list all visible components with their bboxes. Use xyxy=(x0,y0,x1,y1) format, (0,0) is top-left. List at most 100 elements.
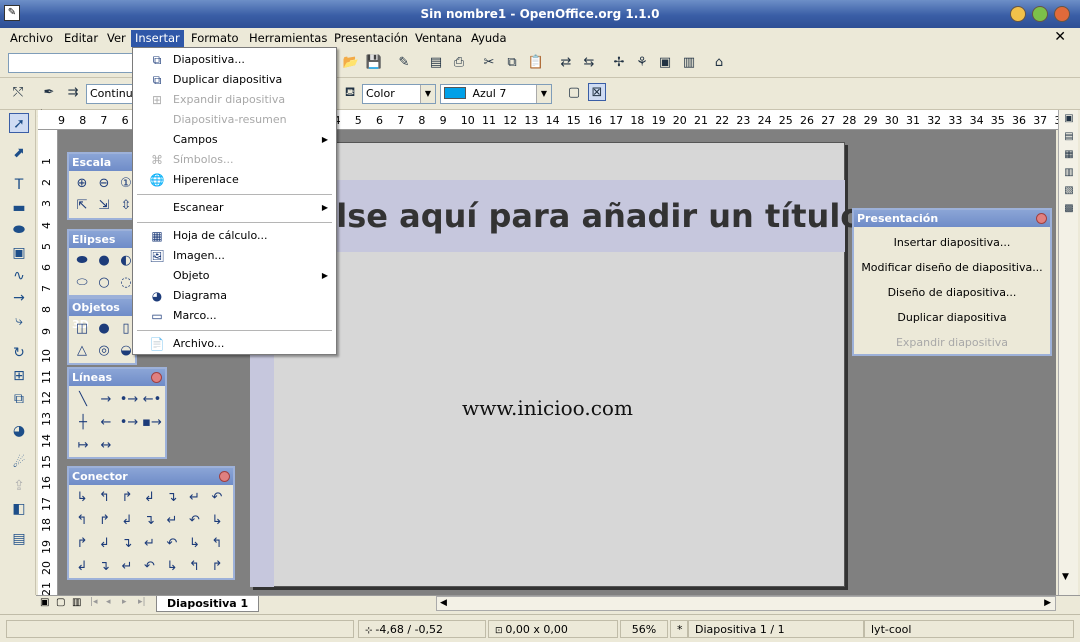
circle-filled-icon[interactable]: ● xyxy=(94,251,114,271)
undo-icon[interactable]: ⇄ xyxy=(557,54,575,72)
conector-panel-close-icon[interactable] xyxy=(219,471,230,482)
insert-menu-item[interactable]: ◕ Diagrama xyxy=(133,286,336,306)
horizontal-scrollbar[interactable]: ◀ ▶ xyxy=(436,596,1056,611)
export-pdf-icon[interactable]: ▤ xyxy=(427,54,445,72)
title-placeholder-text[interactable]: Pulse aquí para añadir un título xyxy=(290,197,862,235)
connector-tool-icon[interactable]: ↱ xyxy=(207,557,227,577)
toolbar-toggle-icon[interactable]: ⤲ xyxy=(9,84,27,102)
arrange-icon[interactable]: ⧉ xyxy=(9,389,29,409)
connector-tool-icon[interactable]: ⤷ xyxy=(9,311,29,331)
connector-tool-icon[interactable]: ↰ xyxy=(95,488,115,508)
connector-tool-icon[interactable]: ↵ xyxy=(162,511,182,531)
minimize-button[interactable] xyxy=(1010,6,1026,22)
scroll-left-icon[interactable]: ◀ xyxy=(440,598,447,608)
close-document-icon[interactable]: ✕ xyxy=(1050,29,1070,46)
connector-tool-icon[interactable]: ↵ xyxy=(140,534,160,554)
datasource-icon[interactable]: ▥ xyxy=(680,54,698,72)
edit-file-icon[interactable]: ✎ xyxy=(395,54,413,72)
layer-view-icon[interactable]: ▥ xyxy=(72,597,81,608)
line-arrow-circle-icon[interactable]: ←• xyxy=(142,390,162,410)
connector-tool-icon[interactable]: ↶ xyxy=(207,488,227,508)
fill-color-select[interactable]: Azul 7 ▼ xyxy=(440,84,552,104)
view-handout-icon[interactable]: ▧ xyxy=(1060,182,1078,200)
pyramid-icon[interactable]: △ xyxy=(72,341,92,361)
menu-archivo[interactable]: Archivo xyxy=(6,30,57,47)
3d-effects-icon[interactable]: ◧ xyxy=(9,499,29,519)
connector-tool-icon[interactable]: ↵ xyxy=(185,488,205,508)
paste-icon[interactable]: 📋 xyxy=(527,54,545,72)
ellipse-tool-icon[interactable]: ⬬ xyxy=(9,220,29,240)
menu-ver[interactable]: Ver xyxy=(103,30,130,47)
menu-insertar[interactable]: Insertar xyxy=(131,30,184,47)
view-slideshow-icon[interactable]: ▩ xyxy=(1060,200,1078,218)
stylist-icon[interactable]: ⚘ xyxy=(633,54,651,72)
line-arrow-start-icon[interactable]: ← xyxy=(96,413,116,433)
insert-menu-item[interactable]: Campos ▶ xyxy=(133,130,336,150)
zoom-next-icon[interactable]: ⇲ xyxy=(94,196,114,216)
connector-tool-icon[interactable]: ↲ xyxy=(117,511,137,531)
last-tab-icon[interactable]: ▸| xyxy=(138,597,146,607)
snap-icon[interactable]: ⊠ xyxy=(588,83,606,101)
select-arrow-icon[interactable]: ➚ xyxy=(9,113,29,133)
master-view-icon[interactable]: ▢ xyxy=(56,597,65,608)
save-icon[interactable]: 💾 xyxy=(365,54,383,72)
insert-icon[interactable]: ◕ xyxy=(9,421,29,441)
status-zoom[interactable]: 56% xyxy=(620,620,668,638)
curve-tool-icon[interactable]: ∿ xyxy=(9,266,29,286)
zoom-in-icon[interactable]: ⊕ xyxy=(72,174,92,194)
drawing-view-icon[interactable]: ▣ xyxy=(40,597,49,608)
open-icon[interactable]: 📂 xyxy=(342,54,360,72)
menu-ventana[interactable]: Ventana xyxy=(411,30,466,47)
tab-diapositiva-1[interactable]: Diapositiva 1 xyxy=(156,596,260,612)
connector-tool-icon[interactable]: ↰ xyxy=(207,534,227,554)
insert-menu-item[interactable]: ▦ Hoja de cálculo... xyxy=(133,226,336,246)
navigator-icon[interactable]: ✢ xyxy=(610,54,628,72)
insert-menu-item[interactable]: 📄 Archivo... xyxy=(133,334,336,354)
ellipse-outline-icon[interactable]: ⬭ xyxy=(72,273,92,293)
insert-menu-item[interactable]: 🖼 Imagen... xyxy=(133,246,336,266)
connector-tool-icon[interactable]: ↳ xyxy=(162,557,182,577)
insert-menu-item[interactable]: Objeto ▶ xyxy=(133,266,336,286)
connector-tool-icon[interactable]: ↴ xyxy=(140,511,160,531)
dimension-line-icon[interactable]: ┼ xyxy=(73,413,93,433)
dimension-icon[interactable]: ↦ xyxy=(73,436,93,456)
lineas-panel-close-icon[interactable] xyxy=(151,372,162,383)
view-outline-icon[interactable]: ▤ xyxy=(1060,128,1078,146)
connector-tool-icon[interactable]: ↲ xyxy=(140,488,160,508)
fill-type-select[interactable]: Color ▼ xyxy=(362,84,436,104)
shadow-icon[interactable]: ▢ xyxy=(565,84,583,102)
slide-show-icon[interactable]: ▤ xyxy=(9,529,29,549)
connector-tool-icon[interactable]: ↵ xyxy=(117,557,137,577)
print-icon[interactable]: ⎙ xyxy=(450,54,468,72)
connector-tool-icon[interactable]: ↴ xyxy=(117,534,137,554)
view-notes-icon[interactable]: ▥ xyxy=(1060,164,1078,182)
connector-tool-icon[interactable]: ↰ xyxy=(185,557,205,577)
redo-icon[interactable]: ⇆ xyxy=(580,54,598,72)
insert-menu-item[interactable]: ⧉ Diapositiva... xyxy=(133,50,336,70)
app-icon[interactable]: ✎ xyxy=(4,5,20,21)
line-dot-arrow-icon[interactable]: •→ xyxy=(119,413,139,433)
connector-tool-icon[interactable]: ↱ xyxy=(72,534,92,554)
insert-menu-item[interactable]: 🌐 Hiperenlace xyxy=(133,170,336,190)
presentacion-panel-close-icon[interactable] xyxy=(1036,213,1047,224)
connector-tool-icon[interactable]: ↳ xyxy=(72,488,92,508)
line-arrow-end-icon[interactable]: → xyxy=(96,390,116,410)
insert-menu-item[interactable]: ⧉ Duplicar diapositiva xyxy=(133,70,336,90)
pres-modificar-diseno-button[interactable]: Modificar diseño de diapositiva... xyxy=(854,261,1050,274)
menu-presentacion[interactable]: Presentación xyxy=(330,30,412,47)
maximize-button[interactable] xyxy=(1032,6,1048,22)
connector-tool-icon[interactable]: ↶ xyxy=(162,534,182,554)
line-circle-arrow-icon[interactable]: •→ xyxy=(119,390,139,410)
ellipse-filled-icon[interactable]: ⬬ xyxy=(72,251,92,271)
menu-ayuda[interactable]: Ayuda xyxy=(467,30,511,47)
pres-duplicar-diapositiva-button[interactable]: Duplicar diapositiva xyxy=(854,311,1050,324)
close-button[interactable] xyxy=(1054,6,1070,22)
connector-tool-icon[interactable]: ↰ xyxy=(72,511,92,531)
home-icon[interactable]: ⌂ xyxy=(710,54,728,72)
text-tool-icon[interactable]: T xyxy=(9,175,29,195)
line-icon[interactable]: ╲ xyxy=(73,390,93,410)
next-tab-icon[interactable]: ▸ xyxy=(122,597,127,607)
sphere-icon[interactable]: ● xyxy=(94,319,114,339)
line-double-arrow-icon[interactable]: ↔ xyxy=(96,436,116,456)
first-tab-icon[interactable]: |◂ xyxy=(90,597,98,607)
